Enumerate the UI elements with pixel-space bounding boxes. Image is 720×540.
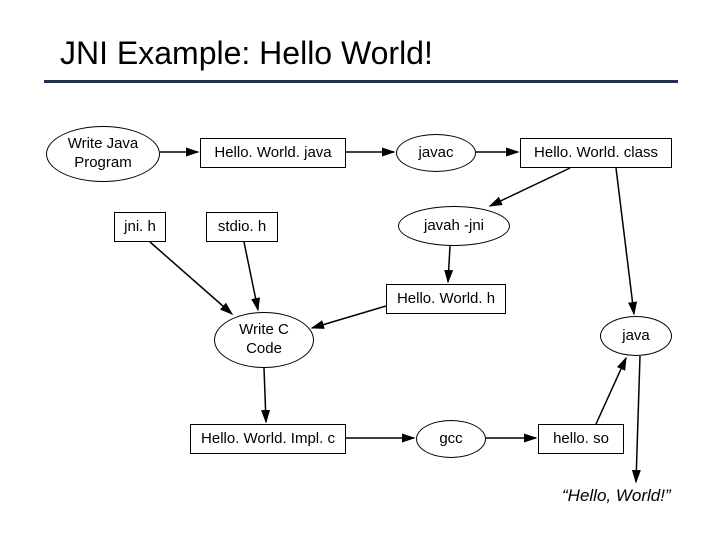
node-label: jni. h <box>124 218 156 237</box>
node-gcc: gcc <box>416 420 486 458</box>
node-write-c: Write C Code <box>214 312 314 368</box>
node-label: gcc <box>439 430 462 449</box>
node-hello-class: Hello. World. class <box>520 138 672 168</box>
node-label: javac <box>418 144 453 163</box>
node-label: Hello. World. class <box>534 144 658 163</box>
node-hello-impl: Hello. World. Impl. c <box>190 424 346 454</box>
node-label: hello. so <box>553 430 609 449</box>
page-title: JNI Example: Hello World! <box>60 35 433 72</box>
node-label: java <box>622 327 650 346</box>
node-hello-java: Hello. World. java <box>200 138 346 168</box>
node-label: Hello. World. h <box>397 290 495 309</box>
node-hello-h: Hello. World. h <box>386 284 506 314</box>
node-label: Write Java Program <box>68 135 139 173</box>
node-label: javah -jni <box>424 217 484 236</box>
title-underline <box>44 80 678 83</box>
output-text: “Hello, World!” <box>562 486 671 506</box>
node-javac: javac <box>396 134 476 172</box>
node-label: “Hello, World!” <box>562 486 671 505</box>
node-hello-so: hello. so <box>538 424 624 454</box>
node-stdio-h: stdio. h <box>206 212 278 242</box>
node-label: stdio. h <box>218 218 266 237</box>
node-label: Write C Code <box>239 321 289 359</box>
node-write-java: Write Java Program <box>46 126 160 182</box>
node-label: Hello. World. Impl. c <box>201 430 335 449</box>
node-label: Hello. World. java <box>214 144 331 163</box>
node-java-run: java <box>600 316 672 356</box>
node-javah-jni: javah -jni <box>398 206 510 246</box>
node-jni-h: jni. h <box>114 212 166 242</box>
